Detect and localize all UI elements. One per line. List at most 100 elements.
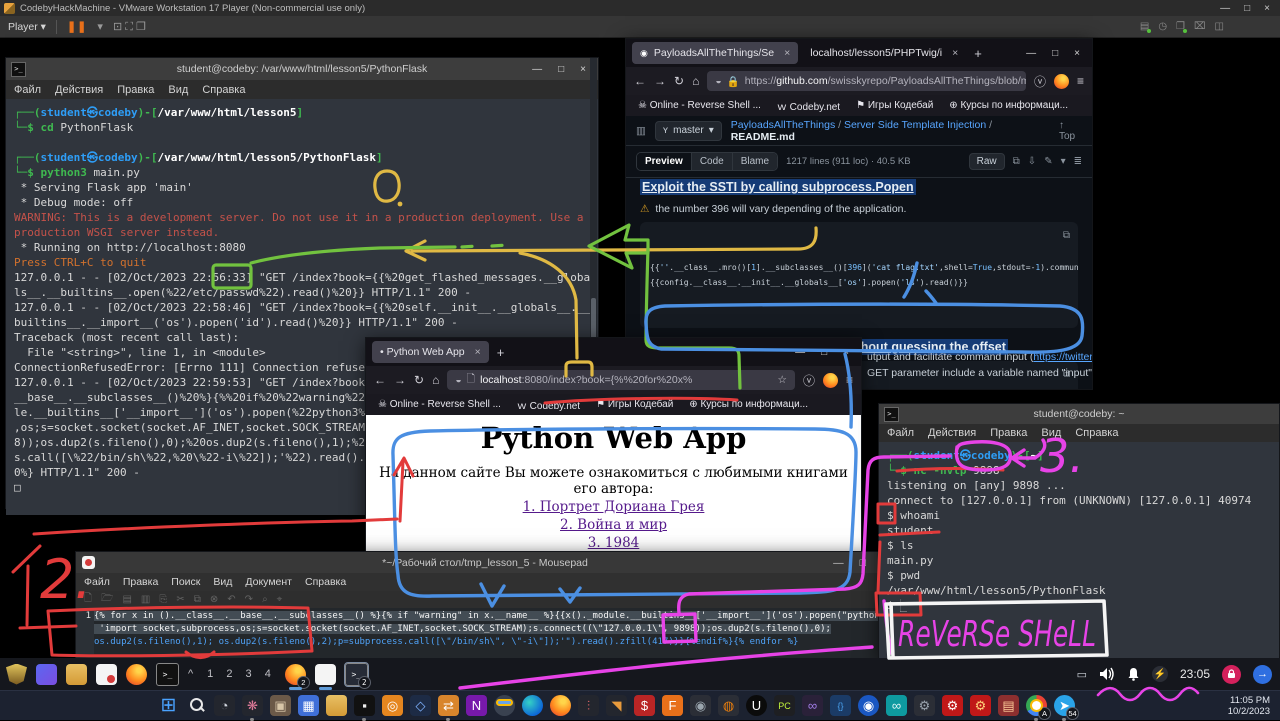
menu-item[interactable]: Справка <box>305 576 346 588</box>
app-gauge-icon[interactable]: ◔ <box>214 695 235 716</box>
bookmark-item[interactable]: ⚑ Игры Кодебай <box>596 399 673 410</box>
toolbar-icon[interactable]: ↶ <box>227 594 235 605</box>
tab-blame[interactable]: Blame <box>733 153 777 170</box>
bookmark-item[interactable]: ⚑ Игры Кодебай <box>856 100 933 111</box>
branch-selector[interactable]: ʏ master ▾ <box>655 121 722 141</box>
app-camera-icon[interactable]: ◉ <box>690 695 711 716</box>
raw-button[interactable]: Raw <box>969 153 1005 170</box>
book-link-1[interactable]: 1. Портрет Дориана Грея <box>366 499 861 515</box>
logout-icon[interactable]: → <box>1253 665 1272 684</box>
menu-item[interactable]: Файл <box>887 427 914 439</box>
screen-lock-icon[interactable] <box>1222 665 1241 684</box>
maximize-button[interactable]: □ <box>1052 48 1058 59</box>
menu-item[interactable]: Вид <box>1041 427 1061 439</box>
home-button[interactable]: ⌂ <box>432 373 439 387</box>
minimize-button[interactable]: — <box>532 64 542 75</box>
maximize-button[interactable]: □ <box>558 64 564 75</box>
maps-pin-icon[interactable]: ◉ <box>858 695 879 716</box>
outline-icon[interactable]: ≣ <box>1074 156 1082 167</box>
toolbar-icon[interactable]: ⎘ <box>159 594 167 605</box>
firefox-icon[interactable] <box>126 664 147 685</box>
hamburger-menu-icon[interactable]: ≡ <box>846 373 853 387</box>
app-dollar-icon[interactable]: $ <box>634 695 655 716</box>
mousepad-titlebar[interactable]: *~/Рабочий стол/tmp_lesson_5 - Mousepad … <box>76 552 894 573</box>
download-icon[interactable]: ⇩ <box>1028 156 1036 167</box>
copy-icon[interactable]: ⧉ <box>1013 156 1020 167</box>
bookmark-item[interactable]: ☠ Online - Reverse Shell ... <box>638 100 761 111</box>
tab-payloadsallthethings[interactable]: ◉ PayloadsAllTheThings/Se × <box>632 42 798 64</box>
menu-item[interactable]: Справка <box>1075 427 1118 439</box>
bookmark-item[interactable]: ⊕ Курсы по информаци... <box>689 399 808 410</box>
home-button[interactable]: ⌂ <box>692 74 699 88</box>
toolbar-icon[interactable]: ↷ <box>245 594 253 605</box>
explorer-icon[interactable] <box>326 695 347 716</box>
toolbar-icon[interactable]: ⌕ <box>262 594 268 605</box>
pocket-icon[interactable]: ⓥ <box>1034 73 1046 90</box>
arduino-icon[interactable]: ∞ <box>886 695 907 716</box>
maximize-button[interactable]: □ <box>821 347 827 358</box>
codeby-logo-icon[interactable] <box>6 664 27 685</box>
host-clock[interactable]: 11:05 PM 10/2/2023 <box>1228 695 1280 717</box>
toolbar-icon[interactable]: ⧉ <box>194 594 201 605</box>
app-dark-icon[interactable]: ▪ <box>354 695 375 716</box>
terminal-netcat-output[interactable]: ┌──(student㉿codeby)-[~]└─$ nc -nvlp 9898… <box>879 442 1279 666</box>
shield-icon[interactable]: ◒ <box>455 374 461 386</box>
terminal-icon[interactable]: >_ <box>156 663 179 686</box>
close-button[interactable]: × <box>580 64 586 75</box>
vm-network-icon[interactable]: ❐ <box>1176 21 1185 32</box>
maximize-button[interactable]: □ <box>860 557 866 569</box>
visualstudio-icon[interactable]: ∞ <box>802 695 823 716</box>
minimize-button[interactable]: — <box>795 347 805 358</box>
vscode-icon[interactable]: {} <box>830 695 851 716</box>
red-gear-icon[interactable]: ⚙ <box>942 695 963 716</box>
tab-close-icon[interactable]: × <box>784 47 790 59</box>
terminal-netcat-titlebar[interactable]: >_ student@codeby: ~ <box>879 404 1279 424</box>
new-tab-button[interactable]: + <box>497 345 505 360</box>
url-bar[interactable]: ◒ 🗋 localhost:8080/index?book={%%20for%2… <box>447 370 795 390</box>
tab-code[interactable]: Code <box>692 153 733 170</box>
code-block-1[interactable]: {{''.__class__.mro()[1].__subclasses__()… <box>640 222 1078 328</box>
bookmark-star-icon[interactable]: ☆ <box>778 374 787 386</box>
reload-button[interactable]: ↻ <box>414 373 424 387</box>
app-portrait-icon[interactable]: ▣ <box>270 695 291 716</box>
chrome-icon[interactable] <box>494 695 515 716</box>
bookmark-item[interactable]: ｗ Codeby.net <box>777 98 840 113</box>
hamburger-menu-icon[interactable]: ≡ <box>1077 74 1084 88</box>
sidebar-toggle-icon[interactable]: ▥ <box>636 125 646 137</box>
close-button[interactable]: × <box>1074 48 1080 59</box>
menu-item[interactable]: Поиск <box>171 576 200 588</box>
vm-sound-icon[interactable]: ◫ <box>1215 21 1224 32</box>
workspace-switcher[interactable]: 1 2 3 4 <box>207 664 276 685</box>
menu-item[interactable]: Вид <box>168 84 188 96</box>
close-button[interactable]: × <box>843 347 849 358</box>
vm-pause-button[interactable]: ❚❚ <box>67 20 87 33</box>
firefox-account-icon[interactable] <box>1054 74 1069 89</box>
tool-gray-icon[interactable]: ⚙ <box>914 695 935 716</box>
back-button[interactable]: ← <box>634 74 646 88</box>
notifications-bell-icon[interactable] <box>1127 667 1140 681</box>
vm-harddisk-icon[interactable]: ▤ <box>1140 21 1149 32</box>
file-manager-icon[interactable] <box>66 664 87 685</box>
menu-item[interactable]: Файл <box>84 576 110 588</box>
menu-item[interactable]: Правка <box>123 576 158 588</box>
firefox-host-icon[interactable] <box>550 695 571 716</box>
shield-icon[interactable]: ◒ <box>715 75 721 87</box>
toolbar-icon[interactable]: 🗁 <box>101 591 113 608</box>
forward-button[interactable]: → <box>394 373 406 387</box>
toolbar-icon[interactable]: ⊗ <box>210 594 218 605</box>
back-button[interactable]: ← <box>374 373 386 387</box>
unreal-icon[interactable]: U <box>746 695 767 716</box>
vm-pause-caret[interactable]: ▾ <box>97 20 103 33</box>
book-link-3[interactable]: 3. 1984 <box>366 535 861 551</box>
edge-icon[interactable] <box>522 695 543 716</box>
vmware-minimize-button[interactable]: — <box>1220 3 1230 14</box>
copy-code-icon[interactable]: ⧉ <box>1063 228 1070 243</box>
app-colorful-icon[interactable]: ❋ <box>242 695 263 716</box>
toolbox-icon[interactable]: ▤ <box>998 695 1019 716</box>
breadcrumb-folder[interactable]: Server Side Template Injection <box>844 119 986 131</box>
app-bars-icon[interactable]: ⫶ <box>578 695 599 716</box>
start-button[interactable]: ⊞ <box>158 695 179 716</box>
minimize-button[interactable]: — <box>1026 48 1036 59</box>
menu-item[interactable]: Правка <box>117 84 154 96</box>
toolbar-icon[interactable]: ▤ <box>122 594 131 605</box>
